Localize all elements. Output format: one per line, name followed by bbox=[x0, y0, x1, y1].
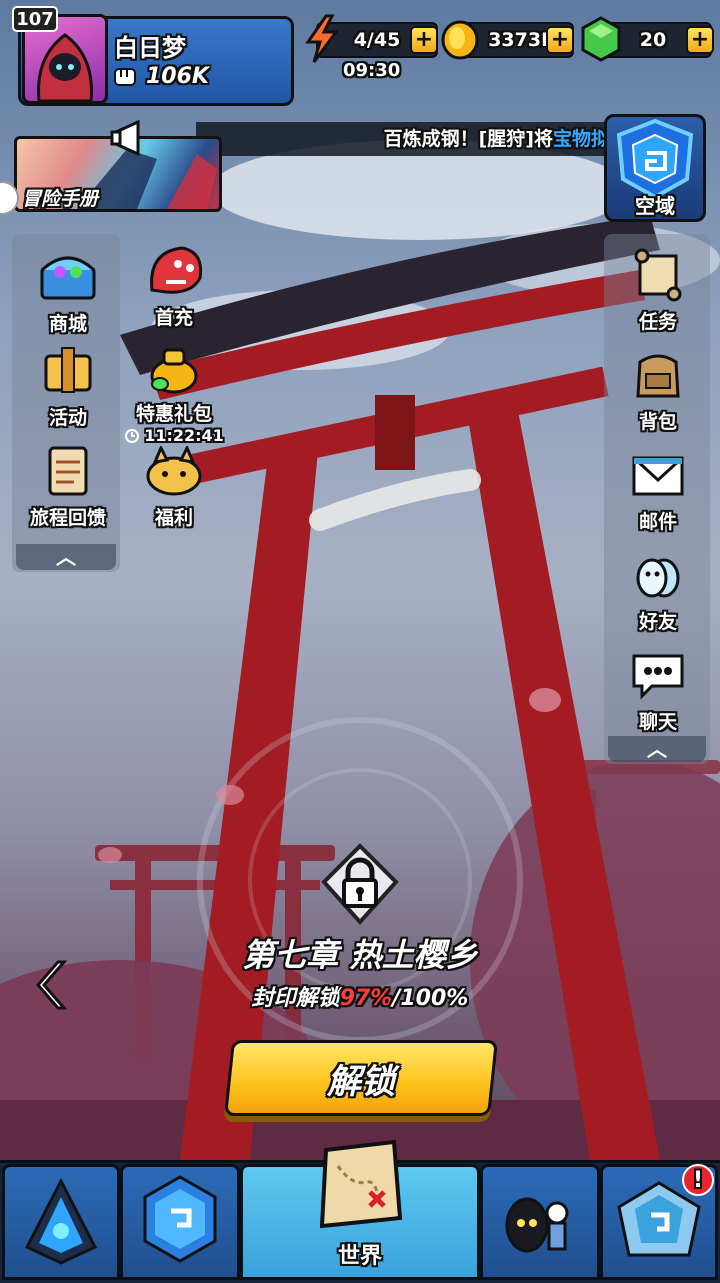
announcement-text: 百炼成钢！[腥狩]将 bbox=[383, 128, 553, 150]
gem-value: 20 bbox=[639, 29, 667, 51]
power-value: 106K bbox=[146, 64, 209, 89]
mail-icon bbox=[632, 456, 684, 496]
menu-first-recharge[interactable]: 首充 bbox=[126, 242, 222, 330]
adventure-manual-label: 冒险手册 bbox=[22, 188, 99, 210]
previous-chapter-arrow-icon[interactable] bbox=[34, 958, 70, 1012]
menu-tasks-label: 任务 bbox=[638, 311, 677, 333]
lightning-icon bbox=[305, 14, 339, 63]
menu-special-pack[interactable]: 特惠礼包 11:22:41 bbox=[120, 344, 228, 445]
right-collapse-button[interactable]: ︿ bbox=[608, 736, 706, 762]
lock-icon bbox=[321, 843, 399, 925]
seal-progress: 封印解锁97%/100% bbox=[0, 980, 720, 1012]
menu-mail[interactable]: 邮件 bbox=[608, 448, 708, 534]
gold-plus-button[interactable]: + bbox=[546, 26, 574, 54]
clipboard-icon bbox=[48, 446, 88, 496]
nav-tab-rune[interactable] bbox=[120, 1164, 240, 1280]
menu-chat-label: 聊天 bbox=[638, 711, 677, 733]
seal-label: 封印解锁 bbox=[251, 986, 340, 1011]
menu-tasks[interactable]: 任务 bbox=[608, 246, 708, 334]
menu-welfare[interactable]: 福利 bbox=[126, 444, 222, 530]
level-badge: 107 bbox=[12, 6, 58, 32]
friends-icon bbox=[636, 558, 680, 598]
nav-tab-characters[interactable] bbox=[480, 1164, 600, 1280]
fist-icon bbox=[114, 67, 136, 86]
chevron-up-icon: ︿ bbox=[647, 737, 667, 761]
cat-icon bbox=[146, 444, 202, 496]
menu-shop[interactable]: 商城 bbox=[20, 246, 116, 336]
gem-icon bbox=[581, 16, 621, 62]
chevron-up-icon: ︿ bbox=[56, 545, 76, 569]
chapter-title: 第七章 热土樱乡 bbox=[242, 936, 478, 974]
menu-mail-label: 邮件 bbox=[638, 511, 677, 533]
clock-icon bbox=[125, 428, 140, 443]
gift-timer-value: 11:22:41 bbox=[144, 426, 224, 445]
announcement-highlight: 宝物拟 bbox=[552, 128, 610, 150]
chat-icon bbox=[632, 654, 684, 700]
nav-world-label: 世界 bbox=[337, 1244, 382, 1269]
energy-plus-button[interactable]: + bbox=[410, 26, 438, 54]
menu-events-label: 活动 bbox=[48, 407, 87, 429]
treasure-map-icon bbox=[319, 1139, 403, 1229]
announcement-bar[interactable]: 百炼成钢！[腥狩]将宝物拟 bbox=[196, 122, 616, 156]
backpack-icon bbox=[636, 354, 680, 398]
chest-icon bbox=[40, 256, 96, 300]
menu-journey-rewards-label: 旅程回馈 bbox=[29, 507, 106, 529]
crystal-shield-icon bbox=[616, 118, 694, 200]
menu-welfare-label: 福利 bbox=[154, 507, 193, 529]
blue-rune-icon bbox=[143, 1175, 217, 1263]
menu-backpack-label: 背包 bbox=[638, 411, 677, 433]
gift-scroll-icon bbox=[44, 347, 92, 393]
sky-domain-label: 空域 bbox=[635, 194, 675, 218]
edge-circle-icon bbox=[0, 181, 19, 215]
megaphone-icon bbox=[110, 119, 140, 157]
left-collapse-button[interactable]: ︿ bbox=[16, 544, 116, 570]
combat-power: 106K bbox=[112, 64, 209, 89]
menu-shop-label: 商城 bbox=[48, 313, 87, 335]
dark-crown-icon bbox=[24, 1177, 98, 1265]
menu-events[interactable]: 活动 bbox=[20, 344, 116, 430]
menu-journey-rewards[interactable]: 旅程回馈 bbox=[14, 442, 122, 530]
gold-coin-icon bbox=[441, 20, 479, 60]
menu-chat[interactable]: 聊天 bbox=[608, 648, 708, 734]
red-creature-icon bbox=[150, 246, 203, 294]
unlock-button-label: 解锁 bbox=[327, 1062, 395, 1102]
energy-timer: 09:30 bbox=[343, 60, 401, 81]
characters-icon bbox=[505, 1197, 569, 1253]
menu-backpack[interactable]: 背包 bbox=[608, 346, 708, 434]
nav-tab-hero[interactable] bbox=[2, 1164, 120, 1280]
gem-plus-button[interactable]: + bbox=[686, 26, 714, 54]
scroll-icon bbox=[634, 248, 682, 302]
seal-progress-value: 97% bbox=[339, 986, 393, 1011]
menu-friends-label: 好友 bbox=[638, 611, 677, 633]
gift-timer: 11:22:41 bbox=[120, 426, 228, 445]
notification-badge: ! bbox=[682, 1164, 714, 1196]
menu-friends[interactable]: 好友 bbox=[608, 548, 708, 634]
energy-value: 4/45 bbox=[353, 29, 401, 51]
gold-bag-icon bbox=[150, 348, 198, 394]
menu-special-pack-label: 特惠礼包 bbox=[135, 403, 212, 425]
seal-total: /100% bbox=[392, 986, 469, 1011]
menu-first-recharge-label: 首充 bbox=[154, 307, 193, 329]
player-name: 白日梦 bbox=[114, 34, 186, 62]
